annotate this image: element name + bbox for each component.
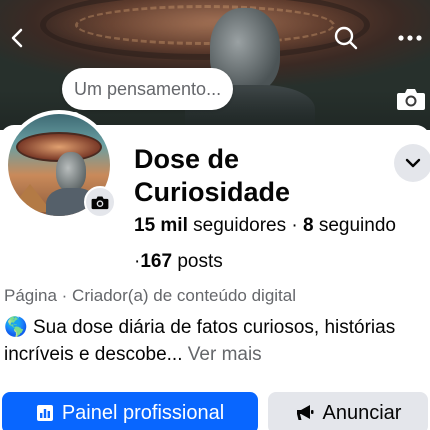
- followers-stats: 15 mil seguidores · 8 seguindo: [134, 215, 396, 237]
- posts-count: 167: [140, 251, 173, 272]
- megaphone-icon: [296, 405, 314, 420]
- advertise-label: Anunciar: [322, 401, 402, 424]
- professional-dashboard-button[interactable]: Painel profissional: [2, 392, 258, 430]
- following-count[interactable]: 8: [303, 215, 314, 236]
- chevron-down-icon: [405, 158, 421, 168]
- followers-count[interactable]: 15 mil: [134, 215, 188, 236]
- posts-label: posts: [177, 251, 223, 272]
- thought-placeholder: Um pensamento...: [74, 78, 222, 99]
- dashboard-icon: [36, 405, 53, 421]
- page-name: Dose de Curiosidade: [134, 144, 291, 207]
- following-label[interactable]: seguindo: [319, 215, 396, 236]
- more-horizontal-icon: [398, 35, 422, 41]
- thought-bubble[interactable]: Um pensamento...: [62, 68, 234, 110]
- profile-switch-dropdown[interactable]: [394, 144, 430, 182]
- chevron-left-icon: [11, 28, 23, 48]
- cover-ufo-lights: [75, 5, 335, 45]
- followers-label[interactable]: seguidores: [193, 215, 286, 236]
- camera-icon: [397, 89, 425, 110]
- back-button[interactable]: [0, 20, 36, 56]
- edit-cover-button[interactable]: [392, 82, 430, 116]
- stats-separator: ·: [291, 215, 298, 236]
- search-button[interactable]: [328, 20, 364, 56]
- professional-dashboard-label: Painel profissional: [61, 401, 225, 424]
- posts-stats: ·167 posts: [134, 251, 223, 273]
- page-category: Página · Criador(a) de conteúdo digital: [4, 286, 297, 305]
- edit-avatar-button[interactable]: [84, 186, 116, 218]
- search-icon: [334, 26, 358, 50]
- page-bio: 🌎 Sua dose diária de fatos curiosos, his…: [4, 314, 430, 368]
- camera-icon: [91, 196, 109, 209]
- see-more-link[interactable]: Ver mais: [188, 344, 262, 365]
- avatar-alien-head: [56, 152, 86, 192]
- more-options-button[interactable]: [392, 20, 428, 56]
- advertise-button[interactable]: Anunciar: [268, 392, 428, 430]
- globe-icon: 🌎: [4, 317, 28, 338]
